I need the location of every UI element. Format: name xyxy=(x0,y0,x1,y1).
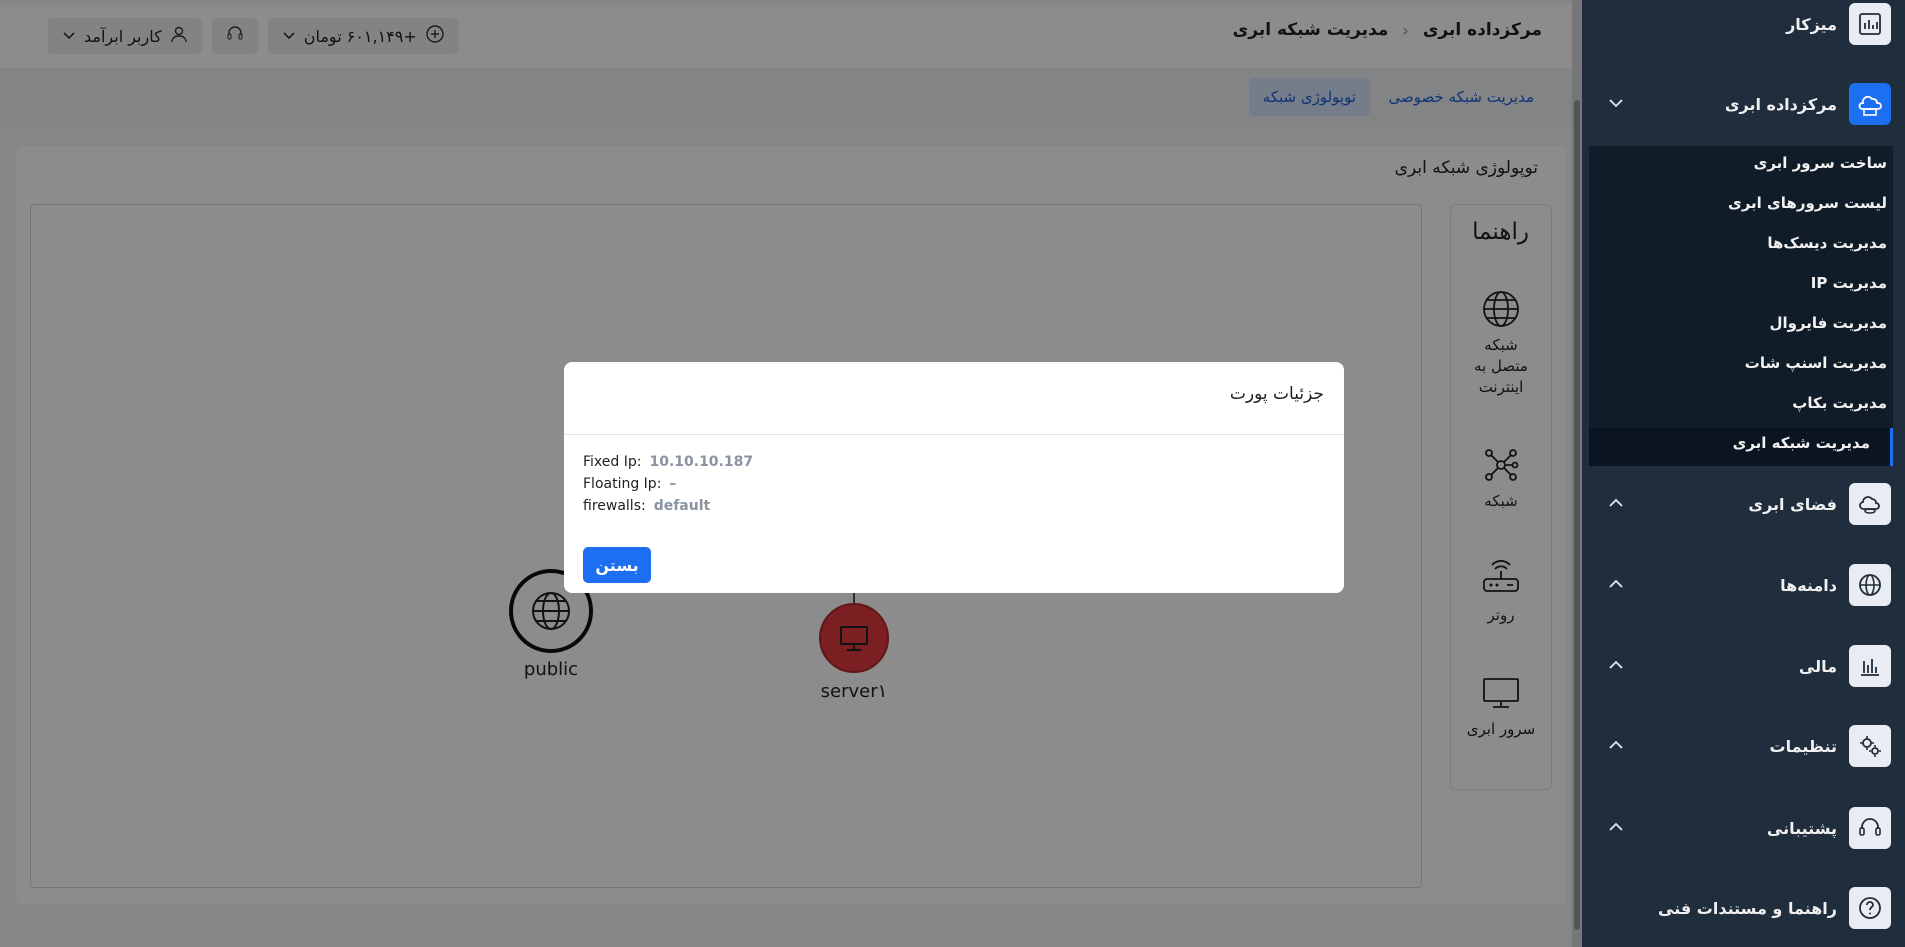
sidebar-item-settings[interactable]: تنظیمات xyxy=(1591,724,1891,768)
field-key: Fixed Ip: xyxy=(583,454,642,470)
submenu-item-backup[interactable]: مدیریت بکاپ xyxy=(1792,394,1887,412)
field-value: default xyxy=(653,498,711,514)
submenu-item-server-list[interactable]: لیست سرورهای ابری xyxy=(1728,194,1887,212)
chevron-up-icon xyxy=(1607,575,1625,597)
dashboard-icon xyxy=(1849,3,1891,45)
sidebar-item-label: راهنما و مستندات فنی xyxy=(1658,898,1837,918)
chevron-up-icon xyxy=(1607,818,1625,840)
sidebar-item-label: فضای ابری xyxy=(1748,494,1837,514)
sidebar: میزکار مرکزداده ابری xyxy=(1582,0,1905,947)
cloud-datacenter-icon xyxy=(1849,83,1891,125)
sidebar-item-label: میزکار xyxy=(1786,14,1837,34)
field-value: – xyxy=(669,476,677,492)
sidebar-item-cloud-datacenter[interactable]: مرکزداده ابری xyxy=(1591,82,1891,126)
sidebar-item-domains[interactable]: دامنه‌ها xyxy=(1591,563,1891,607)
field-firewalls: firewalls: default xyxy=(583,498,710,514)
gears-icon xyxy=(1849,725,1891,767)
submenu-item-ip[interactable]: مدیریت IP xyxy=(1811,274,1887,292)
chevron-down-icon xyxy=(1607,94,1625,116)
sidebar-item-finance[interactable]: مالی xyxy=(1591,644,1891,688)
field-key: Floating Ip: xyxy=(583,476,662,492)
sidebar-item-docs[interactable]: راهنما و مستندات فنی xyxy=(1591,886,1891,930)
submenu-item-disks[interactable]: مدیریت دیسک‌ها xyxy=(1767,234,1887,252)
field-value: 10.10.10.187 xyxy=(649,454,754,470)
headset-icon xyxy=(1849,807,1891,849)
field-fixed-ip: Fixed Ip: 10.10.10.187 xyxy=(583,454,753,470)
sidebar-item-label: پشتیبانی xyxy=(1766,818,1837,838)
chevron-up-icon xyxy=(1607,736,1625,758)
submenu-item-firewall[interactable]: مدیریت فایروال xyxy=(1769,314,1887,332)
submenu-item-snapshot[interactable]: مدیریت اسنپ شات xyxy=(1745,354,1887,372)
port-details-modal: جزئیات پورت Fixed Ip: 10.10.10.187 Floati… xyxy=(564,362,1344,593)
field-floating-ip: Floating Ip: – xyxy=(583,476,676,492)
modal-divider xyxy=(564,434,1344,435)
modal-title: جزئیات پورت xyxy=(1229,384,1324,404)
help-icon xyxy=(1849,887,1891,929)
sidebar-item-cloud-storage[interactable]: فضای ابری xyxy=(1591,482,1891,526)
submenu-item-create-server[interactable]: ساخت سرور ابری xyxy=(1754,154,1887,172)
sidebar-item-label: مرکزداده ابری xyxy=(1724,94,1837,114)
sidebar-item-support[interactable]: پشتیبانی xyxy=(1591,806,1891,850)
sidebar-item-label: تنظیمات xyxy=(1769,736,1837,756)
close-button[interactable]: بستن xyxy=(583,547,651,583)
sidebar-item-label: دامنه‌ها xyxy=(1780,575,1837,595)
sidebar-item-dashboard[interactable]: میزکار xyxy=(1591,2,1891,46)
chart-icon xyxy=(1849,645,1891,687)
submenu-item-cloud-network[interactable]: مدیریت شبکه ابری xyxy=(1733,434,1870,452)
sidebar-item-label: مالی xyxy=(1798,656,1837,676)
globe-icon xyxy=(1849,564,1891,606)
field-key: firewalls: xyxy=(583,498,646,514)
cloud-storage-icon xyxy=(1849,483,1891,525)
chevron-up-icon xyxy=(1607,656,1625,678)
chevron-up-icon xyxy=(1607,494,1625,516)
